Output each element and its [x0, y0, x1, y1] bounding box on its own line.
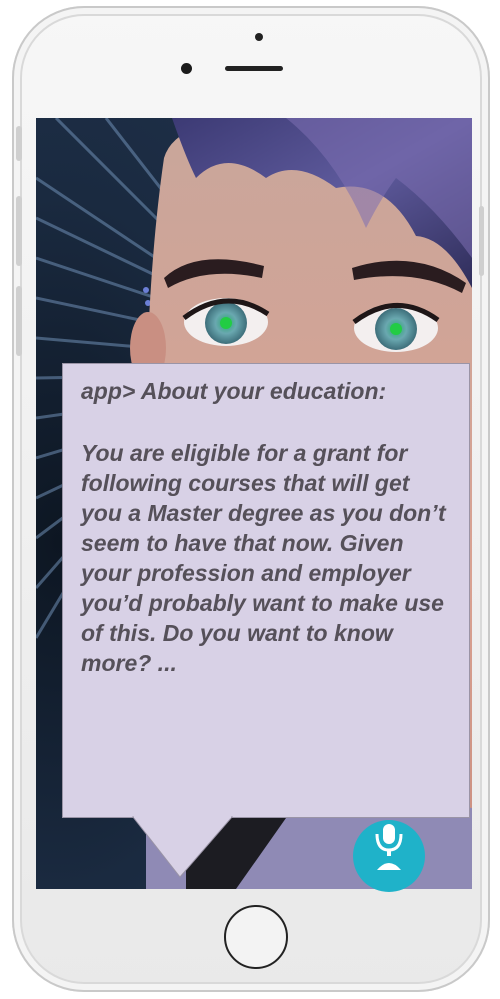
- message-body: You are eligible for a grant for followi…: [81, 440, 446, 676]
- power-button: [479, 206, 484, 276]
- home-button[interactable]: [224, 905, 288, 969]
- volume-up-button: [16, 196, 22, 266]
- earpiece-speaker: [225, 66, 283, 71]
- microphone-button[interactable]: [353, 820, 425, 892]
- message-title: app> About your education:: [81, 378, 387, 404]
- mute-switch: [16, 126, 22, 161]
- volume-down-button: [16, 286, 22, 356]
- proximity-sensor: [255, 33, 263, 41]
- chat-message-bubble: app> About your education: You are eligi…: [62, 363, 470, 818]
- microphone-icon: [375, 824, 403, 870]
- front-camera: [181, 63, 192, 74]
